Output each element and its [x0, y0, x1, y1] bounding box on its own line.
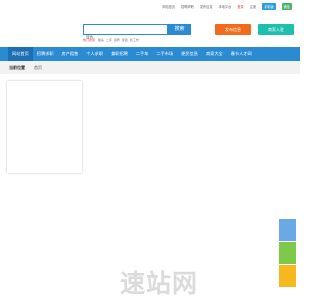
top-link-jobs[interactable]: 招聘求职 [181, 4, 194, 9]
post-info-button[interactable]: 发布信息 [215, 24, 251, 35]
top-link-register[interactable]: 注册 [250, 4, 256, 9]
top-link-login[interactable]: 登录 [237, 4, 243, 9]
top-link-home[interactable]: 网站首页 [162, 4, 175, 9]
page: 网站首页 招聘求职 发布信息 本地平台 登录 注册 手机版 微信 搜索 热门搜索… [0, 0, 300, 300]
top-link-platform[interactable]: 本地平台 [219, 4, 232, 9]
nav-item-housing[interactable]: 房产租售 [58, 47, 83, 61]
search-box [83, 24, 168, 42]
hot-search-item[interactable]: 家政 [122, 38, 128, 42]
nav-item-talent[interactable]: 春节人才网 [227, 47, 256, 61]
merchant-join-button[interactable]: 商家入驻 [258, 24, 294, 35]
side-float-button-blue[interactable] [279, 219, 296, 241]
nav-item-used-cars[interactable]: 二手车 [132, 47, 153, 61]
content-panel [7, 81, 82, 173]
mobile-badge[interactable]: 手机版 [262, 2, 276, 10]
nav-item-second-hand[interactable]: 二手市场 [152, 47, 177, 61]
nav-item-part-time[interactable]: 兼职招聘 [107, 47, 132, 61]
nav-item-services[interactable]: 便民信息 [177, 47, 202, 61]
hot-search-item[interactable]: 二手 [106, 38, 112, 42]
hot-search-row: 热门搜索: 租房 二手 招聘 家政 找工作 [83, 38, 139, 42]
main-nav: 网站首页 招聘求职 房产租售 个人求职 兼职招聘 二手车 二手市场 便民信息 商… [0, 47, 300, 61]
side-float-button-orange[interactable] [279, 265, 296, 287]
wechat-badge[interactable]: 微信 [281, 2, 292, 10]
hot-search-item[interactable]: 招聘 [114, 38, 120, 42]
hot-search-item[interactable]: 租房 [98, 38, 104, 42]
hot-search-label: 热门搜索: [83, 38, 96, 42]
search-button[interactable]: 搜索 [168, 24, 191, 35]
top-link-post[interactable]: 发布信息 [200, 4, 213, 9]
hot-search-item[interactable]: 找工作 [130, 38, 139, 42]
nav-item-personal-jobs[interactable]: 个人求职 [82, 47, 107, 61]
nav-item-merchants[interactable]: 商家大全 [202, 47, 227, 61]
location-strip: 当前位置 首页 [0, 61, 300, 74]
location-item[interactable]: 首页 [34, 65, 42, 71]
watermark-logo: 速站网 [120, 269, 199, 298]
location-title: 当前位置 [9, 64, 25, 70]
nav-item-home[interactable]: 网站首页 [8, 47, 33, 61]
side-float-button-green[interactable] [279, 242, 296, 264]
top-links-bar: 网站首页 招聘求职 发布信息 本地平台 登录 注册 手机版 微信 [162, 2, 292, 10]
nav-item-jobs[interactable]: 招聘求职 [33, 47, 58, 61]
